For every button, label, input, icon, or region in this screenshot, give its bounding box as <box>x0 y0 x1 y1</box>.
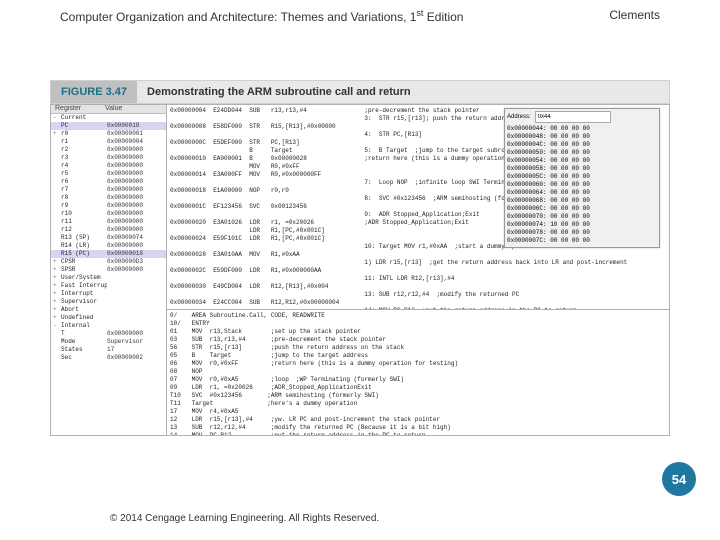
register-row[interactable]: Sec0x00000002 <box>51 354 166 362</box>
register-row[interactable]: States17 <box>51 346 166 354</box>
source-line: 07 MOV r0,#0xA5 ;loop ;WP Terminating (f… <box>170 376 666 384</box>
register-row[interactable]: +SPSR0x00000000 <box>51 266 166 274</box>
memory-line: 0x00000058: 00 00 00 00 <box>507 165 657 173</box>
register-row[interactable]: PC0x0000018 <box>51 122 166 130</box>
register-row[interactable]: r60x00000000 <box>51 178 166 186</box>
registers-header: Register Value <box>51 105 166 114</box>
register-row[interactable]: +Undefined <box>51 314 166 322</box>
source-line: 10/ ENTRY <box>170 320 666 328</box>
source-line: T11 Target ;here's a dummy operation <box>170 400 666 408</box>
register-row[interactable]: R15 (PC)0x00000018 <box>51 250 166 258</box>
page-number-badge: 54 <box>662 462 696 496</box>
disasm-line: 13: SUB r12,r12,#4 ;modify the returned … <box>170 291 666 299</box>
figure-title-bar: FIGURE 3.47 Demonstrating the ARM subrou… <box>50 80 670 104</box>
memory-line: 0x0000006C: 00 00 00 00 <box>507 205 657 213</box>
source-line: 01 MOV r13,Stack ;set up the stack point… <box>170 328 666 336</box>
register-row[interactable]: +Supervisor <box>51 298 166 306</box>
memory-line: 0x00000054: 00 00 00 00 <box>507 157 657 165</box>
reg-col-value: Value <box>105 105 122 113</box>
memory-line: 0x00000070: 00 00 00 00 <box>507 213 657 221</box>
register-row[interactable]: r70x00000000 <box>51 186 166 194</box>
register-row[interactable]: r90x00000000 <box>51 202 166 210</box>
register-row[interactable]: R13 (SP)0x00000074 <box>51 234 166 242</box>
disasm-line: 0x0000002C E59DF000 LDR R1,#0x000000AA <box>170 267 666 275</box>
memory-window[interactable]: Address: 0x00000044: 00 00 00 000x000000… <box>504 108 660 248</box>
reg-col-name: Register <box>51 105 105 113</box>
memory-address-label: Address: <box>507 113 531 121</box>
memory-line: 0x00000044: 00 00 00 00 <box>507 125 657 133</box>
register-row[interactable]: +Fast Interrupt <box>51 282 166 290</box>
memory-line: 0x00000078: 00 00 00 00 <box>507 229 657 237</box>
disasm-line: 0x00000028 E3A010AA MOV R1,#0xAA <box>170 251 666 259</box>
register-row[interactable]: r110x00000000 <box>51 218 166 226</box>
title-prefix: Computer Organization and Architecture: … <box>60 10 416 24</box>
memory-line: 0x0000005C: 00 00 00 00 <box>507 173 657 181</box>
figure-caption: Demonstrating the ARM subroutine call an… <box>137 86 411 98</box>
title-suffix: Edition <box>423 10 463 24</box>
disasm-line: 11: INTL LDR R12,[r13],#4 <box>170 275 666 283</box>
register-row[interactable]: r30x00000000 <box>51 154 166 162</box>
source-line: T10 SVC #0x123456 ;ARM semihosting (form… <box>170 392 666 400</box>
memory-line: 0x0000007C: 00 00 00 00 <box>507 237 657 245</box>
register-row[interactable]: r40x00000000 <box>51 162 166 170</box>
source-line: 17 MOV r4,#0xA5 <box>170 408 666 416</box>
author-name: Clements <box>609 8 660 24</box>
disasm-line: 0x00000030 E49CD004 LDR R12,[R13],#0x004 <box>170 283 666 291</box>
register-row[interactable]: r80x00000000 <box>51 194 166 202</box>
register-row[interactable]: -Current <box>51 114 166 122</box>
registers-pane: Register Value -CurrentPC0x0000018+r00x0… <box>51 105 167 435</box>
register-row[interactable]: +r00x00000001 <box>51 130 166 138</box>
register-row[interactable]: R14 (LR)0x00000000 <box>51 242 166 250</box>
register-row[interactable]: r100x00000000 <box>51 210 166 218</box>
registers-list[interactable]: -CurrentPC0x0000018+r00x00000001r10x0000… <box>51 114 166 362</box>
source-line: 12 LDR r15,[r13],#4 ;yw. LR PC and post-… <box>170 416 666 424</box>
source-line: 14 MOV PC,R12 ;put the return address in… <box>170 432 666 435</box>
register-row[interactable]: +Abort <box>51 306 166 314</box>
source-line: 05 B Target ;jump to the target address <box>170 352 666 360</box>
disasm-line: 1) LDR r15,[r13] ;get the return address… <box>170 259 666 267</box>
memory-dump: 0x00000044: 00 00 00 000x00000048: 00 00… <box>507 125 657 245</box>
memory-address-input[interactable] <box>535 111 611 123</box>
source-line: 13 SUB r12,r12,#4 ;modify the returned P… <box>170 424 666 432</box>
register-row[interactable]: T0x00000000 <box>51 330 166 338</box>
source-line: 06 MOV r0,#0xFF ;return here (this is a … <box>170 360 666 368</box>
register-row[interactable]: r120x00000000 <box>51 226 166 234</box>
register-row[interactable]: r50x00000000 <box>51 170 166 178</box>
source-view[interactable]: 0/ AREA Subroutine.Call, CODE, READWRITE… <box>167 310 669 435</box>
memory-line: 0x00000050: 00 00 00 00 <box>507 149 657 157</box>
memory-address-row: Address: <box>507 111 657 123</box>
register-row[interactable]: +User/System <box>51 274 166 282</box>
source-line: 03 SUB r13,r13,#4 ;pre-decrement the sta… <box>170 336 666 344</box>
memory-line: 0x00000048: 00 00 00 00 <box>507 133 657 141</box>
register-row[interactable]: +Interrupt <box>51 290 166 298</box>
book-title: Computer Organization and Architecture: … <box>60 8 463 24</box>
register-row[interactable]: -Internal <box>51 322 166 330</box>
slide-header: Computer Organization and Architecture: … <box>60 8 660 24</box>
disasm-line: 14: MOV PC,R12 ;put the return address i… <box>170 307 666 310</box>
copyright-text: © 2014 Cengage Learning Engineering. All… <box>110 513 379 524</box>
register-row[interactable]: +CPSR0x000000D3 <box>51 258 166 266</box>
source-line: 56 STR r15,[r13] ;push the return addres… <box>170 344 666 352</box>
source-line: 09 LDR r1, =0x20026 ;ADR_Stopped_Applica… <box>170 384 666 392</box>
source-line: 08 NOP <box>170 368 666 376</box>
disasm-line: 0x00000034 E24CC004 SUB R12,R12,#0x00000… <box>170 299 666 307</box>
memory-line: 0x00000074: 10 00 00 00 <box>507 221 657 229</box>
register-row[interactable]: r10x00000004 <box>51 138 166 146</box>
register-row[interactable]: ModeSupervisor <box>51 338 166 346</box>
memory-line: 0x00000064: 00 00 00 00 <box>507 189 657 197</box>
source-line: 0/ AREA Subroutine.Call, CODE, READWRITE <box>170 312 666 320</box>
figure-number: FIGURE 3.47 <box>51 81 137 103</box>
memory-line: 0x0000004C: 00 00 00 00 <box>507 141 657 149</box>
register-row[interactable]: r20x00000000 <box>51 146 166 154</box>
memory-line: 0x00000068: 00 00 00 00 <box>507 197 657 205</box>
memory-line: 0x00000060: 00 00 00 00 <box>507 181 657 189</box>
